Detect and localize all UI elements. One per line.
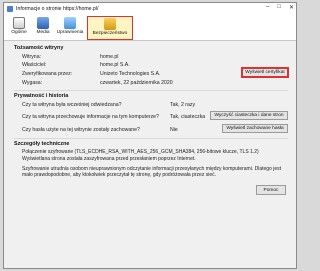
tab-permissions[interactable]: Uprawnienia <box>55 16 85 40</box>
passwords-answer: Nie <box>170 127 178 133</box>
site-label: Witryna: <box>22 54 42 60</box>
privacy-title: Prywatność i historia <box>14 93 69 99</box>
lock-icon <box>104 18 116 30</box>
visited-answer: Tak, 2 razy <box>170 102 196 108</box>
verified-label: Zweryfikowana przez: <box>22 71 73 77</box>
expires-label: Wygasa: <box>22 80 43 86</box>
site-value: home.pl <box>100 54 119 60</box>
technical-title: Szczegóły techniczne <box>14 141 70 147</box>
identity-title: Tożsamość witryny <box>14 45 64 51</box>
owner-value: home.pl S.A. <box>100 62 130 68</box>
window-controls: – □ ✕ <box>266 4 294 11</box>
tab-media[interactable]: Media <box>32 16 54 40</box>
app-icon <box>7 5 13 12</box>
expires-value: czwartek, 22 października 2020 <box>100 80 173 86</box>
verified-value: Unizeto Technologies S.A. <box>100 71 161 77</box>
tab-permissions-label: Uprawnienia <box>56 30 84 35</box>
page-info-window: Informacje o stronie https://home.pl/ – … <box>3 2 297 269</box>
tab-security[interactable]: Bezpieczeństwo <box>87 16 133 40</box>
divider <box>14 90 288 91</box>
divider <box>14 138 288 139</box>
stores-question: Czy ta witryna przechowuje informacje na… <box>22 114 159 120</box>
tab-general[interactable]: Ogólne <box>8 16 30 40</box>
encryption-details: Połączenie szyfrowane (TLS_ECDHE_RSA_WIT… <box>22 149 259 155</box>
help-button[interactable]: Pomoc <box>256 185 286 195</box>
owner-label: Właściciel: <box>22 62 47 68</box>
passwords-question: Czy hasła użyte na tej witrynie zostały … <box>22 127 140 133</box>
visited-question: Czy ta witryna była wcześniej odwiedzana… <box>22 102 122 108</box>
close-icon[interactable]: ✕ <box>289 4 294 11</box>
title-bar: Informacje o stronie https://home.pl/ – … <box>4 3 296 14</box>
view-passwords-button[interactable]: Wyświetl zachowane hasła <box>222 124 288 133</box>
maximize-icon[interactable]: □ <box>277 4 281 11</box>
general-icon <box>13 17 25 29</box>
stores-answer: Tak, ciasteczka <box>170 114 206 120</box>
encryption-summary: Wyświetlana strona została zaszyfrowana … <box>22 156 196 162</box>
window-title: Informacje o stronie https://home.pl/ <box>16 5 99 12</box>
media-icon <box>37 17 49 29</box>
tab-security-label: Bezpieczeństwo <box>92 31 128 36</box>
toolbar: Ogólne Media Uprawnienia Bezpieczeństwo <box>4 14 296 41</box>
minimize-icon[interactable]: – <box>266 4 269 11</box>
encryption-explanation: Szyfrowanie utrudnia osobom nieuprawnion… <box>22 166 282 179</box>
permissions-icon <box>64 17 76 29</box>
tab-media-label: Media <box>36 30 50 35</box>
tab-general-label: Ogólne <box>11 30 27 35</box>
view-certificate-button[interactable]: Wyświetl certyfikat <box>242 68 288 77</box>
clear-cookies-button[interactable]: Wyczyść ciasteczka i dane stron <box>210 111 288 120</box>
